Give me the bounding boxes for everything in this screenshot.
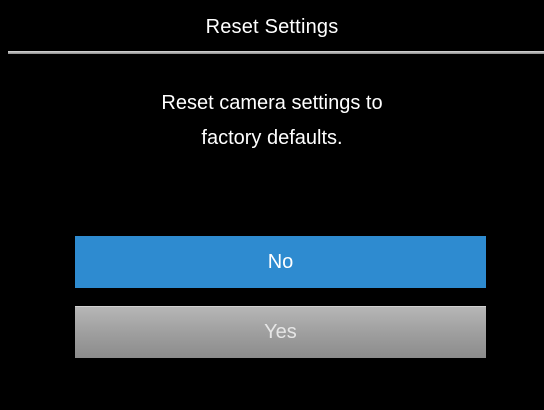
message-line-1: Reset camera settings to	[161, 92, 383, 114]
message-line-2: factory defaults.	[201, 127, 343, 149]
no-button[interactable]: No	[75, 236, 486, 288]
reset-settings-screen: Reset Settings Reset camera settings to …	[0, 0, 544, 410]
no-button-label: No	[267, 250, 294, 273]
dialog-title: Reset Settings	[205, 15, 339, 38]
yes-button-label: Yes	[264, 321, 297, 343]
yes-button[interactable]: Yes	[75, 306, 486, 358]
title-bar: Reset Settings	[0, 0, 544, 50]
title-divider	[8, 51, 544, 54]
dialog-message: Reset camera settings to factory default…	[0, 86, 544, 156]
